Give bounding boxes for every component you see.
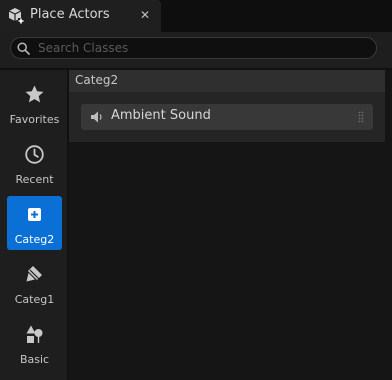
- speaker-icon: [91, 111, 102, 123]
- search-placeholder: Search Classes: [38, 41, 129, 55]
- star-icon: [25, 85, 44, 103]
- tab-place-actors[interactable]: Place Actors ✕: [0, 0, 161, 32]
- search-icon: [17, 42, 30, 55]
- sidebar-item-favorites[interactable]: Favorites: [7, 76, 62, 130]
- close-icon[interactable]: ✕: [138, 8, 152, 22]
- plus-square-icon: [28, 208, 41, 221]
- sidebar-item-basic[interactable]: Basic: [7, 316, 62, 370]
- category-title: Categ2: [75, 73, 119, 87]
- sidebar-item-label: Categ1: [14, 293, 55, 306]
- category-sidebar: Favorites Recent Categ2 Categ1 Basic: [0, 70, 67, 380]
- actor-label: Ambient Sound: [111, 108, 211, 123]
- paint-brush-icon: [26, 266, 42, 282]
- list-item[interactable]: Ambient Sound: [81, 104, 373, 130]
- place-actors-icon: [8, 8, 24, 24]
- search-input[interactable]: Search Classes: [10, 37, 377, 59]
- sidebar-item-label: Recent: [15, 173, 54, 186]
- sidebar-item-label: Favorites: [9, 113, 60, 126]
- drag-handle-icon[interactable]: [358, 111, 364, 123]
- tab-title: Place Actors: [30, 7, 110, 22]
- category-panel: Categ2 Ambient Sound: [69, 70, 385, 142]
- sidebar-item-categ2[interactable]: Categ2: [7, 196, 62, 250]
- sidebar-item-categ1[interactable]: Categ1: [7, 256, 62, 310]
- actor-list-area: Categ2 Ambient Sound: [69, 70, 392, 380]
- tab-bar: Place Actors ✕: [0, 0, 392, 32]
- sidebar-item-recent[interactable]: Recent: [7, 136, 62, 190]
- sidebar-item-label: Basic: [19, 353, 50, 366]
- category-header: Categ2: [69, 70, 385, 92]
- shapes-icon: [26, 325, 43, 343]
- sidebar-item-label: Categ2: [14, 233, 55, 246]
- clock-icon: [25, 145, 44, 164]
- place-actors-panel: Search Classes Favorites Recent Categ2 C…: [0, 32, 392, 380]
